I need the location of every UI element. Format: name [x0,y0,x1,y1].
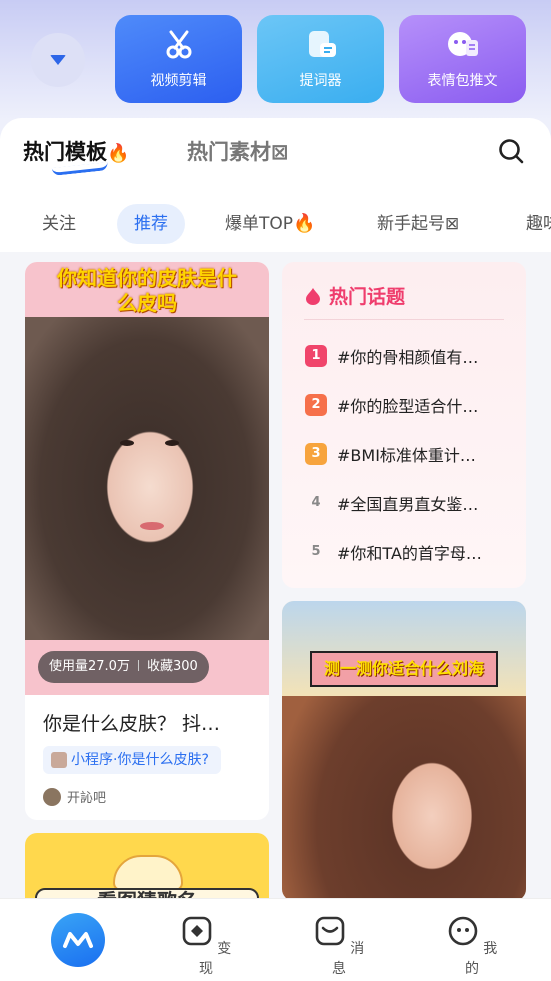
topic-item[interactable]: 4 #全国直男直女鉴… [305,491,478,515]
scissors-icon [162,28,196,62]
topic-item[interactable]: 5 #你和TA的首字母… [305,540,482,564]
hot-topics-label: 热门话题 [329,286,406,308]
thumbnail-caption: 你知道你的皮肤是什么皮吗 [57,266,237,315]
meme-icon [446,28,480,62]
tab-hot-materials[interactable]: 热门素材⊠ [187,136,289,166]
sub-tabs: 关注 推荐 爆单TOP🔥 新手起号⊠ 趣味 [0,194,551,252]
portrait-image [282,696,526,901]
subtab-recommend-label: 推荐 [134,214,168,234]
topic-item[interactable]: 2 #你的脸型适合什… [305,393,478,417]
divider [304,319,504,320]
rank-badge: 5 [311,544,321,559]
subtab-fun-label: 趣味 [526,214,551,234]
monetize-icon [182,916,212,946]
tab-hot-templates-label: 热门模板 [23,140,107,164]
rank-badge: 1 [305,345,327,367]
prompter-label: 提词器 [299,73,342,89]
collapse-button[interactable] [31,33,85,87]
tab-hot-templates[interactable]: 热门模板🔥 [23,136,129,166]
subtab-fun[interactable]: 趣味 [526,204,551,244]
mini-program-label: 小程序·你是什么皮肤? [71,752,209,768]
content-panel: 热门模板🔥 热门素材⊠ 关注 推荐 爆单TOP🔥 新手起号⊠ 趣味 你知道你的皮… [0,118,551,981]
author-name: 开訫吧 [67,791,107,806]
template-card[interactable]: 测一测你适合什么刘海 [282,601,526,901]
topic-text: #你和TA的首字母… [337,544,482,563]
subtab-newbie-label: 新手起号 [377,214,445,234]
missing-glyph-icon: ⊠ [445,214,460,234]
meme-post-button[interactable]: 表情包推文 [399,15,526,103]
subtab-top-sellers[interactable]: 爆单TOP🔥 [225,204,315,244]
nav-messages[interactable]: 消息 [309,915,369,978]
usage-count: 使用量27.0万 [49,659,130,674]
hot-topics-title: 热门话题 [304,282,405,309]
nav-home-button[interactable] [51,913,105,967]
chevron-down-icon [50,55,66,65]
template-thumbnail: 你知道你的皮肤是什么皮吗 使用量27.0万 收藏300 [25,262,269,695]
favorite-count: 收藏300 [146,659,198,674]
topic-text: #全国直男直女鉴… [337,495,479,514]
topic-item[interactable]: 3 #BMI标准体重计… [305,442,476,466]
flame-icon [306,287,320,305]
nav-monetize[interactable]: 变现 [176,915,236,978]
usage-stats: 使用量27.0万 收藏300 [38,651,209,683]
tab-hot-materials-label: 热门素材 [187,140,271,164]
rank-badge: 4 [311,495,321,510]
fire-icon: 🔥 [293,213,316,234]
fire-icon: 🔥 [107,143,130,164]
prompter-icon [304,28,338,62]
portrait-image [25,317,269,640]
mini-program-tag[interactable]: 小程序·你是什么皮肤? [43,746,221,774]
main-tabs: 热门模板🔥 热门素材⊠ [0,118,551,194]
subtab-top-sellers-label: 爆单TOP [225,214,294,234]
subtab-follow[interactable]: 关注 [42,204,76,244]
message-icon [315,916,345,946]
profile-icon [448,916,478,946]
meme-post-label: 表情包推文 [427,73,498,89]
thumbnail-caption: 测一测你适合什么刘海 [310,651,498,687]
topic-text: #你的脸型适合什… [337,397,479,416]
video-edit-label: 视频剪辑 [150,73,207,89]
bottom-navigation: 变现 消息 我的 [0,899,551,981]
author[interactable]: 开訫吧 [43,787,106,806]
subtab-newbie[interactable]: 新手起号⊠ [377,204,459,244]
home-logo-icon [63,932,93,948]
avatar [43,787,61,806]
rank-badge: 3 [305,443,327,465]
mini-program-avatar [51,752,67,768]
rank-badge: 2 [305,394,327,416]
card-title: 你是什么皮肤？ 抖… [43,713,221,735]
topic-text: #BMI标准体重计… [337,446,476,465]
missing-glyph-icon: ⊠ [271,140,289,164]
subtab-recommend[interactable]: 推荐 [117,204,185,244]
hot-topics-card: 热门话题 1 #你的骨相颜值有… 2 #你的脸型适合什… 3 #BMI标准体重计… [282,262,526,588]
video-edit-button[interactable]: 视频剪辑 [115,15,242,103]
search-icon[interactable] [498,138,524,164]
template-card[interactable]: 你知道你的皮肤是什么皮吗 使用量27.0万 收藏300 你是什么皮肤？ 抖… 小程… [25,262,269,820]
subtab-follow-label: 关注 [42,214,76,234]
prompter-button[interactable]: 提词器 [257,15,384,103]
nav-mine[interactable]: 我的 [442,915,502,978]
topic-text: #你的骨相颜值有… [337,348,479,367]
topic-item[interactable]: 1 #你的骨相颜值有… [305,344,478,368]
